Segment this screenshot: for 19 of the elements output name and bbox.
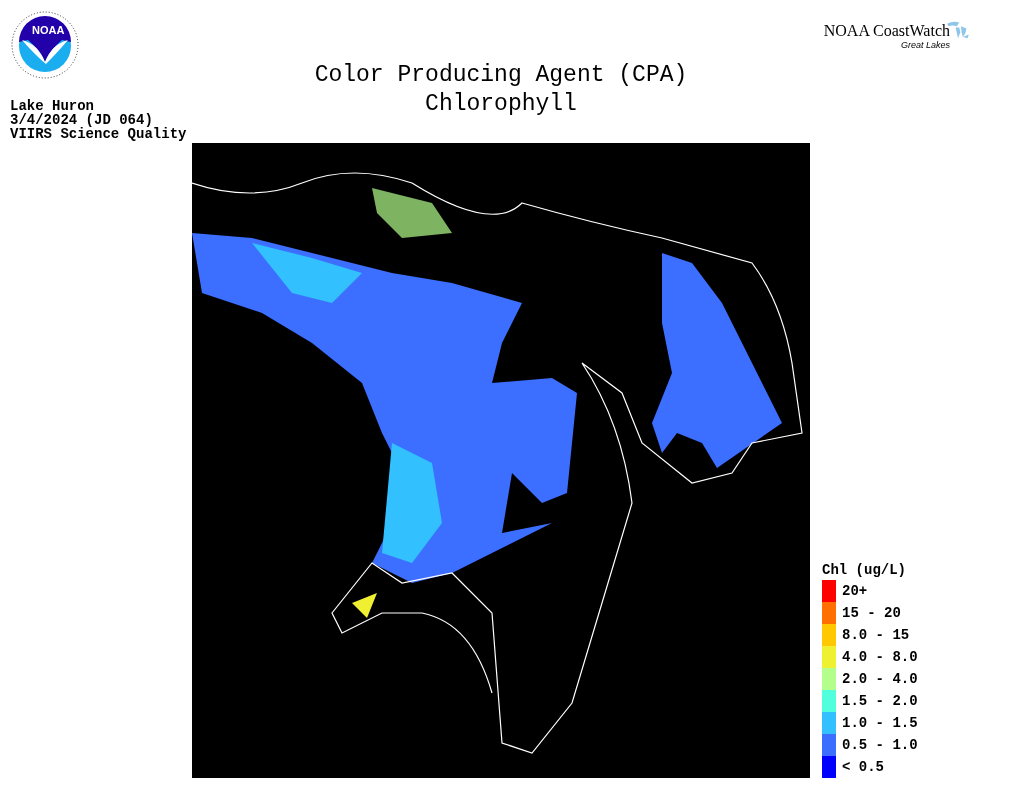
info-line: 3/4/2024 (JD 064) <box>10 113 153 127</box>
legend-label: 15 - 20 <box>842 605 901 621</box>
legend-label: < 0.5 <box>842 759 884 775</box>
legend-label: 0.5 - 1.0 <box>842 737 918 753</box>
map-title: Chlorophyll <box>424 90 578 119</box>
brand-name: NOAA CoastWatch <box>823 22 950 40</box>
legend-label: 2.0 - 4.0 <box>842 671 918 687</box>
legend-label: 1.5 - 2.0 <box>842 693 918 709</box>
legend-label: 8.0 - 15 <box>842 627 910 643</box>
logo-text: NOAA <box>32 24 65 36</box>
brand-subtitle: Great Lakes <box>899 40 950 50</box>
legend-title: Chl (ug/L) <box>822 561 907 580</box>
info-line: VIIRS Science Quality <box>10 127 188 141</box>
map-title: Color Producing Agent (CPA) <box>313 61 689 90</box>
legend-label: 20+ <box>842 583 868 599</box>
bird-emblem-icon <box>10 10 80 80</box>
info-line: Lake Huron <box>10 99 94 113</box>
legend-label: 1.0 - 1.5 <box>842 715 918 731</box>
legend-label: 4.0 - 8.0 <box>842 649 918 665</box>
